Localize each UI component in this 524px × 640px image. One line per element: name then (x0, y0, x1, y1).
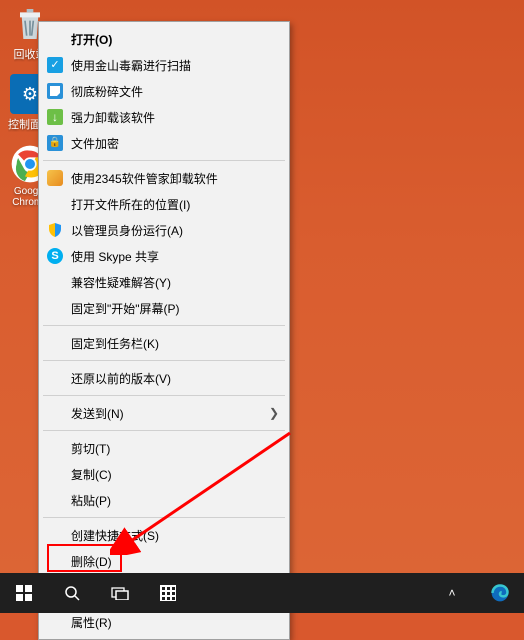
menu-item-label: 使用金山毒霸进行扫描 (71, 57, 191, 74)
menu-separator (43, 325, 285, 326)
menu-item-run-admin[interactable]: 以管理员身份运行(A) (41, 217, 287, 243)
taskbar: ˄ (0, 573, 524, 613)
menu-item-restore-previous[interactable]: 还原以前的版本(V) (41, 365, 287, 391)
chevron-right-icon: ❯ (269, 406, 279, 420)
menu-item-create-shortcut[interactable]: 创建快捷方式(S) (41, 522, 287, 548)
menu-item-label: 兼容性疑难解答(Y) (71, 274, 171, 291)
search-icon (64, 585, 80, 601)
windows-logo-icon (16, 585, 32, 601)
menu-separator (43, 395, 285, 396)
menu-item-delete[interactable]: 删除(D) (41, 548, 287, 574)
menu-item-paste[interactable]: 粘贴(P) (41, 487, 287, 513)
menu-item-label: 属性(R) (71, 614, 112, 631)
menu-item-jinshan-scan[interactable]: 使用金山毒霸进行扫描 (41, 52, 287, 78)
menu-item-skype-share[interactable]: 使用 Skype 共享 (41, 243, 287, 269)
shred-icon (47, 83, 63, 99)
uninstall-icon (47, 109, 63, 125)
taskbar-apps-button[interactable] (144, 573, 192, 613)
menu-item-pin-start[interactable]: 固定到"开始"屏幕(P) (41, 295, 287, 321)
task-view-icon (111, 586, 129, 600)
menu-separator (43, 517, 285, 518)
edge-icon (490, 583, 510, 603)
menu-item-label: 发送到(N) (71, 405, 124, 422)
chevron-up-icon: ˄ (448, 586, 455, 600)
menu-item-send-to[interactable]: 发送到(N) ❯ (41, 400, 287, 426)
menu-item-label: 复制(C) (71, 466, 112, 483)
apps-grid-icon (160, 585, 176, 601)
menu-item-label: 彻底粉碎文件 (71, 83, 143, 100)
skype-icon (47, 248, 63, 264)
context-menu: 打开(O) 使用金山毒霸进行扫描 彻底粉碎文件 强力卸载该软件 文件加密 使用2… (38, 21, 290, 640)
menu-item-force-uninstall[interactable]: 强力卸载该软件 (41, 104, 287, 130)
menu-item-pin-taskbar[interactable]: 固定到任务栏(K) (41, 330, 287, 356)
menu-item-label: 粘贴(P) (71, 492, 111, 509)
menu-item-label: 固定到任务栏(K) (71, 335, 159, 352)
taskbar-search-button[interactable] (48, 573, 96, 613)
menu-item-label: 打开(O) (71, 31, 112, 48)
menu-item-open[interactable]: 打开(O) (41, 26, 287, 52)
menu-item-copy[interactable]: 复制(C) (41, 461, 287, 487)
start-button[interactable] (0, 573, 48, 613)
menu-separator (43, 430, 285, 431)
taskbar-edge-button[interactable] (476, 573, 524, 613)
menu-item-compat-troubleshoot[interactable]: 兼容性疑难解答(Y) (41, 269, 287, 295)
task-view-button[interactable] (96, 573, 144, 613)
menu-item-label: 创建快捷方式(S) (71, 527, 159, 544)
menu-item-cut[interactable]: 剪切(T) (41, 435, 287, 461)
menu-item-label: 强力卸载该软件 (71, 109, 155, 126)
menu-item-label: 文件加密 (71, 135, 119, 152)
menu-item-label: 使用2345软件管家卸载软件 (71, 170, 218, 187)
encrypt-icon (47, 135, 63, 151)
shield-icon (47, 222, 63, 238)
menu-item-shred-file[interactable]: 彻底粉碎文件 (41, 78, 287, 104)
menu-separator (43, 360, 285, 361)
menu-item-label: 固定到"开始"屏幕(P) (71, 300, 180, 317)
menu-item-2345-uninstall[interactable]: 使用2345软件管家卸载软件 (41, 165, 287, 191)
menu-separator (43, 160, 285, 161)
menu-item-label: 剪切(T) (71, 440, 110, 457)
menu-item-encrypt[interactable]: 文件加密 (41, 130, 287, 156)
taskbar-tray-button[interactable]: ˄ (428, 573, 476, 613)
menu-item-open-location[interactable]: 打开文件所在的位置(I) (41, 191, 287, 217)
menu-item-label: 还原以前的版本(V) (71, 370, 171, 387)
menu-item-label: 打开文件所在的位置(I) (71, 196, 190, 213)
menu-item-label: 删除(D) (71, 553, 112, 570)
menu-item-label: 以管理员身份运行(A) (71, 222, 183, 239)
software-2345-icon (47, 170, 63, 186)
menu-item-label: 使用 Skype 共享 (71, 248, 159, 265)
jinshan-scan-icon (47, 57, 63, 73)
